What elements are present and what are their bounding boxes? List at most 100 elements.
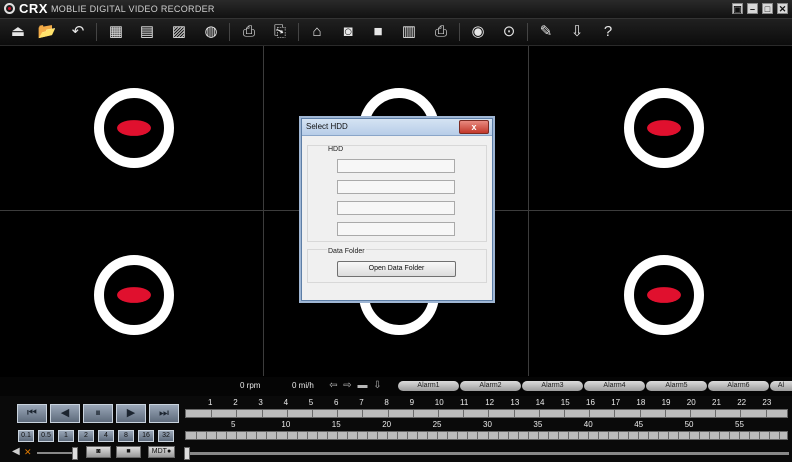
minute-tick bbox=[286, 432, 288, 439]
minute-tick bbox=[678, 432, 680, 439]
mdt-button[interactable]: MDT● bbox=[148, 446, 175, 458]
hour-label: 14 bbox=[535, 398, 545, 407]
toolbar-separator bbox=[96, 23, 97, 41]
speed-0-5-button[interactable]: 0.5 bbox=[38, 430, 54, 442]
crx-logo-icon bbox=[4, 3, 15, 14]
hour-tick bbox=[337, 410, 339, 417]
capture-screen-icon[interactable]: ⏏ bbox=[8, 22, 28, 42]
minute-tick bbox=[306, 432, 308, 439]
open-data-folder-button[interactable]: Open Data Folder bbox=[337, 261, 456, 277]
hdd-slot-3[interactable] bbox=[337, 201, 455, 215]
skip-end-button[interactable]: ⏭ bbox=[149, 404, 179, 423]
speed-0-1-button[interactable]: 0.1 bbox=[18, 430, 34, 442]
channel-4-crx-logo-icon[interactable] bbox=[94, 255, 174, 335]
skip-start-button[interactable]: ⏮ bbox=[17, 404, 47, 423]
minimize-button[interactable]: – bbox=[747, 3, 758, 14]
minute-tick bbox=[618, 432, 620, 439]
record-button[interactable]: ■ bbox=[116, 446, 141, 458]
open-folder-icon[interactable]: 📂 bbox=[37, 22, 57, 42]
hdd-slot-4[interactable] bbox=[337, 222, 455, 236]
playback-position-track[interactable] bbox=[185, 452, 789, 455]
hour-label: 15 bbox=[560, 398, 570, 407]
volume-slider-knob[interactable] bbox=[72, 447, 78, 460]
graph-view-icon[interactable]: ▨ bbox=[169, 22, 189, 42]
channel-3-crx-logo-icon[interactable] bbox=[624, 88, 704, 168]
snapshot-button[interactable]: ◙ bbox=[86, 446, 111, 458]
grid-divider bbox=[263, 46, 264, 376]
status-bar: 0 rpm 0 mi/h ⇦ ⇨ ▬ ⇩ Alarm1 Alarm2 Alarm… bbox=[0, 377, 792, 396]
hour-timeline-bar[interactable] bbox=[185, 409, 788, 418]
hour-label: 6 bbox=[334, 398, 339, 407]
hour-label: 22 bbox=[737, 398, 747, 407]
hour-tick bbox=[639, 410, 641, 417]
hour-tick bbox=[740, 410, 742, 417]
grid-view-icon[interactable]: ▦ bbox=[106, 22, 126, 42]
minute-tick bbox=[487, 432, 489, 439]
hour-tick bbox=[211, 410, 213, 417]
hour-tick bbox=[362, 410, 364, 417]
clipboard-icon[interactable]: ▥ bbox=[399, 22, 419, 42]
hour-tick bbox=[564, 410, 565, 417]
minute-label: 5 bbox=[231, 420, 236, 429]
camera-edit-icon[interactable]: ⎘ bbox=[270, 22, 290, 42]
volume-slider[interactable] bbox=[37, 452, 75, 454]
hour-tick bbox=[286, 410, 288, 417]
speed-1-button[interactable]: 1 bbox=[58, 430, 74, 442]
hdd-slot-2[interactable] bbox=[337, 180, 455, 194]
hour-label: 11 bbox=[460, 398, 469, 407]
hour-label: 12 bbox=[485, 398, 495, 407]
wrench-settings-icon[interactable]: ✎ bbox=[536, 22, 556, 42]
playback-position-knob[interactable] bbox=[184, 447, 190, 460]
channel-6-crx-logo-icon[interactable] bbox=[624, 255, 704, 335]
minute-timeline-bar[interactable] bbox=[185, 431, 788, 440]
hour-label: 1 bbox=[208, 398, 213, 407]
turn-right-icon: ⇨ bbox=[343, 380, 352, 391]
minute-tick bbox=[226, 432, 228, 439]
hour-label: 19 bbox=[661, 398, 671, 407]
backup-icon[interactable]: ⌂ bbox=[307, 22, 327, 42]
speed-32-button[interactable]: 32 bbox=[158, 430, 174, 442]
channel-1-crx-logo-icon[interactable] bbox=[94, 88, 174, 168]
minute-tick bbox=[537, 432, 539, 439]
minute-tick bbox=[216, 432, 218, 439]
restore-layout-button[interactable]: ▣ bbox=[732, 3, 743, 14]
alarm-1-indicator: Alarm1 bbox=[398, 381, 459, 391]
close-button[interactable]: ✕ bbox=[777, 3, 788, 14]
maximize-button[interactable]: □ bbox=[762, 3, 773, 14]
toolbar-separator bbox=[527, 23, 528, 41]
minute-tick bbox=[206, 432, 208, 439]
rewind-button[interactable]: ◀ bbox=[50, 404, 80, 423]
speed-16-button[interactable]: 16 bbox=[138, 430, 154, 442]
minute-tick bbox=[608, 432, 610, 439]
globe-map-icon[interactable]: ◍ bbox=[201, 22, 221, 42]
minute-tick bbox=[387, 432, 388, 439]
play-button[interactable]: ▶ bbox=[116, 404, 146, 423]
speed-8-button[interactable]: 8 bbox=[118, 430, 134, 442]
snapshot-icon[interactable]: ◙ bbox=[338, 22, 358, 42]
speaker-icon[interactable]: ◀ bbox=[12, 446, 20, 457]
undo-icon[interactable]: ↶ bbox=[68, 22, 88, 42]
pause-button[interactable]: ⏸ bbox=[83, 404, 113, 423]
alarm-5-indicator: Alarm5 bbox=[646, 381, 707, 391]
hdd-label: HDD bbox=[327, 146, 345, 153]
disc-icon[interactable]: ◉ bbox=[468, 22, 488, 42]
hour-label: 4 bbox=[283, 398, 289, 407]
hour-label: 18 bbox=[636, 398, 646, 407]
minute-label: 40 bbox=[583, 420, 593, 429]
minute-label: 55 bbox=[735, 420, 744, 429]
minute-tick bbox=[688, 432, 690, 439]
speed-2-button[interactable]: 2 bbox=[78, 430, 94, 442]
hdd-slot-1[interactable] bbox=[337, 159, 455, 173]
timer-icon[interactable]: ⊙ bbox=[499, 22, 519, 42]
minute-label: 10 bbox=[281, 420, 291, 429]
camera-settings-icon[interactable]: ⎙ bbox=[239, 22, 259, 42]
dialog-close-button[interactable]: x bbox=[459, 120, 489, 134]
alarm-6-indicator: Alarm6 bbox=[708, 381, 769, 391]
help-icon[interactable]: ? bbox=[598, 22, 618, 42]
minute-tick bbox=[778, 432, 780, 439]
print-icon[interactable]: ⎙ bbox=[431, 22, 451, 42]
speed-4-button[interactable]: 4 bbox=[98, 430, 114, 442]
download-icon[interactable]: ⇩ bbox=[567, 22, 587, 42]
video-camera-icon[interactable]: ■ bbox=[368, 22, 388, 42]
list-view-icon[interactable]: ▤ bbox=[137, 22, 157, 42]
